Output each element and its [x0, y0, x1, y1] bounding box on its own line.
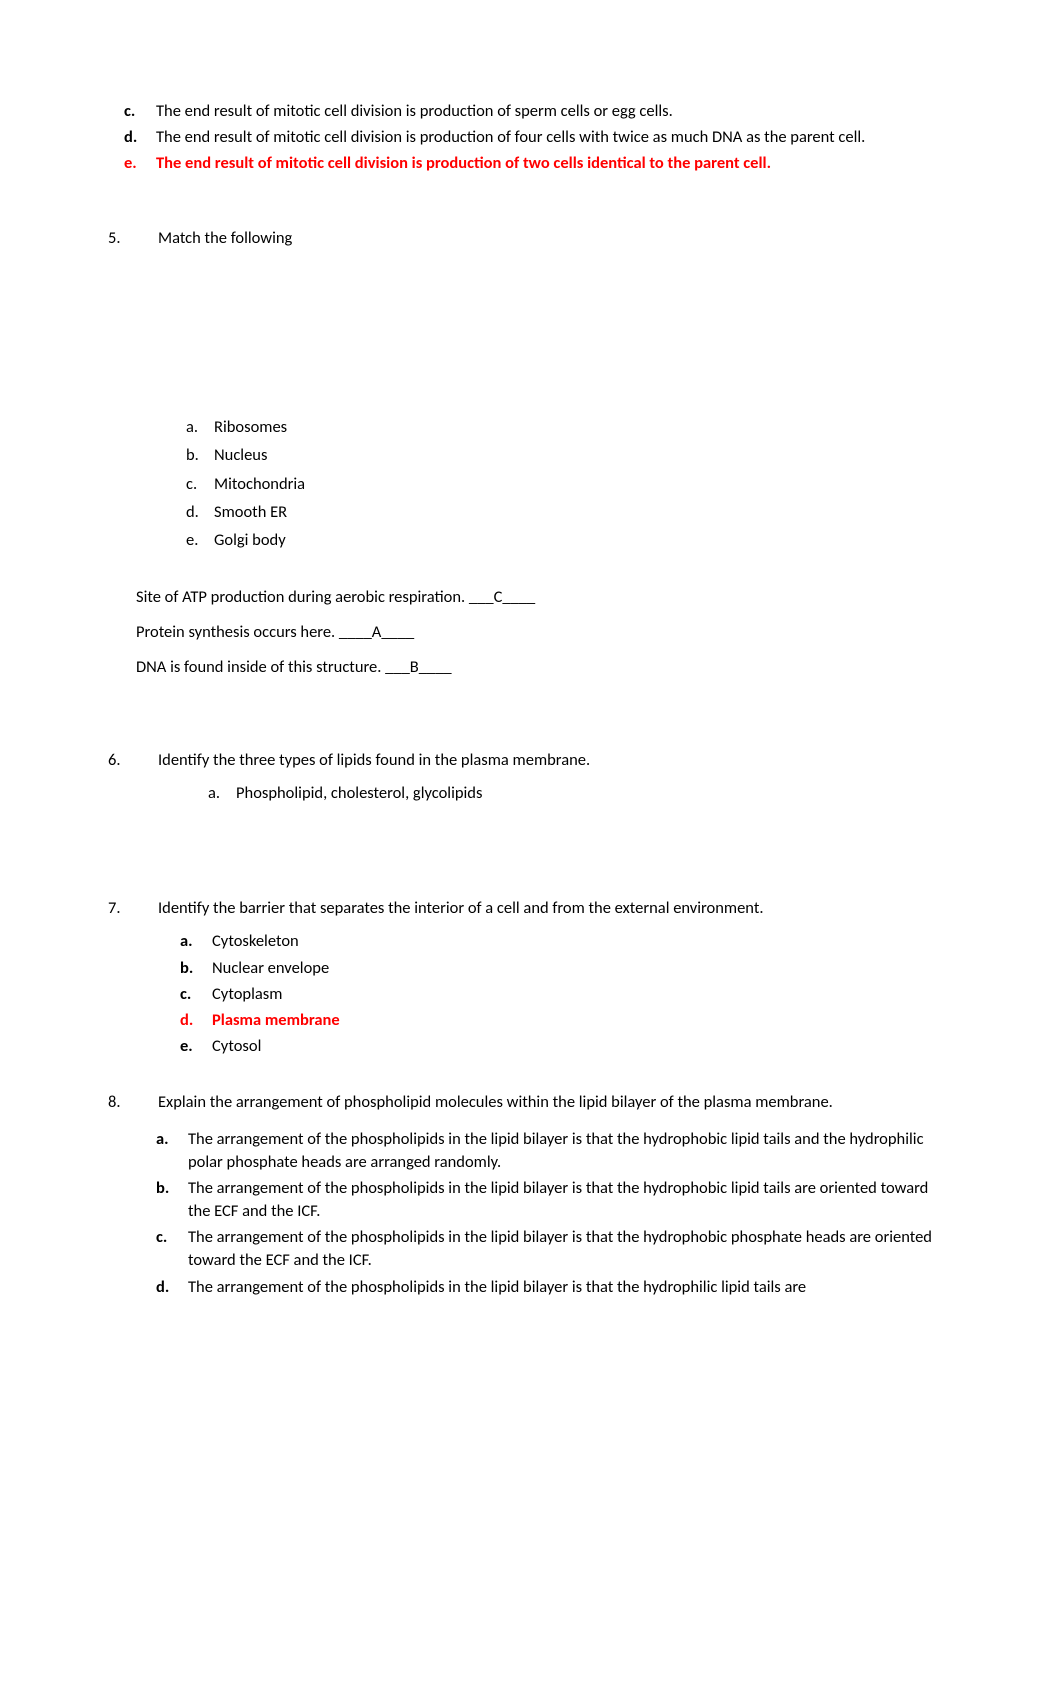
- option-text: The arrangement of the phospholipids in …: [188, 1226, 954, 1272]
- match-option-b: b. Nucleus: [186, 444, 954, 467]
- option-a: a. Cytoskeleton: [180, 930, 954, 953]
- option-text: Mitochondria: [214, 473, 305, 496]
- match-option-d: d. Smooth ER: [186, 501, 954, 524]
- match-option-c: c. Mitochondria: [186, 473, 954, 496]
- question-body: Match the following: [158, 227, 954, 250]
- option-text: Nuclear envelope: [212, 957, 954, 980]
- option-marker: d.: [180, 1009, 212, 1032]
- option-d-correct: d. Plasma membrane: [180, 1009, 954, 1032]
- option-c: c. Cytoplasm: [180, 983, 954, 1006]
- option-marker: c.: [186, 473, 214, 496]
- prior-question-options: c. The end result of mitotic cell divisi…: [124, 100, 954, 175]
- option-text: The end result of mitotic cell division …: [156, 152, 954, 175]
- option-marker: e.: [180, 1035, 212, 1058]
- option-marker: d.: [186, 501, 214, 524]
- question-7: 7. Identify the barrier that separates t…: [108, 897, 954, 1061]
- question-prompt: Match the following: [158, 227, 954, 250]
- question-number: 7.: [108, 897, 158, 1061]
- option-text: Plasma membrane: [212, 1009, 954, 1032]
- option-e-correct: e. The end result of mitotic cell divisi…: [124, 152, 954, 175]
- question-body: Explain the arrangement of phospholipid …: [158, 1091, 954, 1302]
- question-8: 8. Explain the arrangement of phospholip…: [108, 1091, 954, 1302]
- option-marker: c.: [180, 983, 212, 1006]
- question-5: 5. Match the following: [108, 227, 954, 250]
- option-text: The arrangement of the phospholipids in …: [188, 1276, 954, 1299]
- question-prompt: Explain the arrangement of phospholipid …: [158, 1091, 954, 1114]
- match-stmt-1: Site of ATP production during aerobic re…: [136, 586, 954, 609]
- option-marker: b.: [156, 1177, 188, 1223]
- option-c: c. The arrangement of the phospholipids …: [156, 1226, 954, 1272]
- option-marker: a.: [156, 1128, 188, 1174]
- option-marker: b.: [186, 444, 214, 467]
- option-e: e. Cytosol: [180, 1035, 954, 1058]
- option-marker: d.: [124, 126, 156, 149]
- option-marker: a.: [208, 782, 236, 805]
- question-6: 6. Identify the three types of lipids fo…: [108, 749, 954, 805]
- question-prompt: Identify the barrier that separates the …: [158, 897, 954, 920]
- question-body: Identify the three types of lipids found…: [158, 749, 954, 805]
- q8-options: a. The arrangement of the phospholipids …: [156, 1128, 954, 1299]
- match-option-a: a. Ribosomes: [186, 416, 954, 439]
- option-a: a. The arrangement of the phospholipids …: [156, 1128, 954, 1174]
- q7-options: a. Cytoskeleton b. Nuclear envelope c. C…: [180, 930, 954, 1057]
- option-marker: a.: [186, 416, 214, 439]
- option-text: Ribosomes: [214, 416, 287, 439]
- option-marker: a.: [180, 930, 212, 953]
- question-body: Identify the barrier that separates the …: [158, 897, 954, 1061]
- option-marker: b.: [180, 957, 212, 980]
- option-c: c. The end result of mitotic cell divisi…: [124, 100, 954, 123]
- option-text: Cytosol: [212, 1035, 954, 1058]
- question-number: 8.: [108, 1091, 158, 1302]
- match-stmt-2: Protein synthesis occurs here. ____A____: [136, 621, 954, 644]
- match-stmt-3: DNA is found inside of this structure. _…: [136, 656, 954, 679]
- option-text: The end result of mitotic cell division …: [156, 126, 954, 149]
- option-text: Nucleus: [214, 444, 267, 467]
- question-number: 6.: [108, 749, 158, 805]
- option-d: d. The end result of mitotic cell divisi…: [124, 126, 954, 149]
- option-text: Smooth ER: [214, 501, 287, 524]
- q6-answer: a. Phospholipid, cholesterol, glycolipid…: [208, 782, 954, 805]
- match-option-e: e. Golgi body: [186, 529, 954, 552]
- question-number: 5.: [108, 227, 158, 250]
- option-text: Golgi body: [214, 529, 286, 552]
- option-text: Cytoskeleton: [212, 930, 954, 953]
- option-marker: c.: [124, 100, 156, 123]
- option-marker: d.: [156, 1276, 188, 1299]
- option-b: b. The arrangement of the phospholipids …: [156, 1177, 954, 1223]
- option-text: The arrangement of the phospholipids in …: [188, 1177, 954, 1223]
- option-text: The end result of mitotic cell division …: [156, 100, 954, 123]
- option-b: b. Nuclear envelope: [180, 957, 954, 980]
- document-page: c. The end result of mitotic cell divisi…: [0, 0, 1062, 1700]
- option-text: Phospholipid, cholesterol, glycolipids: [236, 782, 482, 805]
- question-prompt: Identify the three types of lipids found…: [158, 749, 954, 772]
- option-d: d. The arrangement of the phospholipids …: [156, 1276, 954, 1299]
- option-text: The arrangement of the phospholipids in …: [188, 1128, 954, 1174]
- match-options: a. Ribosomes b. Nucleus c. Mitochondria …: [186, 416, 954, 551]
- match-statements: Site of ATP production during aerobic re…: [136, 586, 954, 679]
- option-marker: c.: [156, 1226, 188, 1272]
- option-marker: e.: [186, 529, 214, 552]
- option-marker: e.: [124, 152, 156, 175]
- option-text: Cytoplasm: [212, 983, 954, 1006]
